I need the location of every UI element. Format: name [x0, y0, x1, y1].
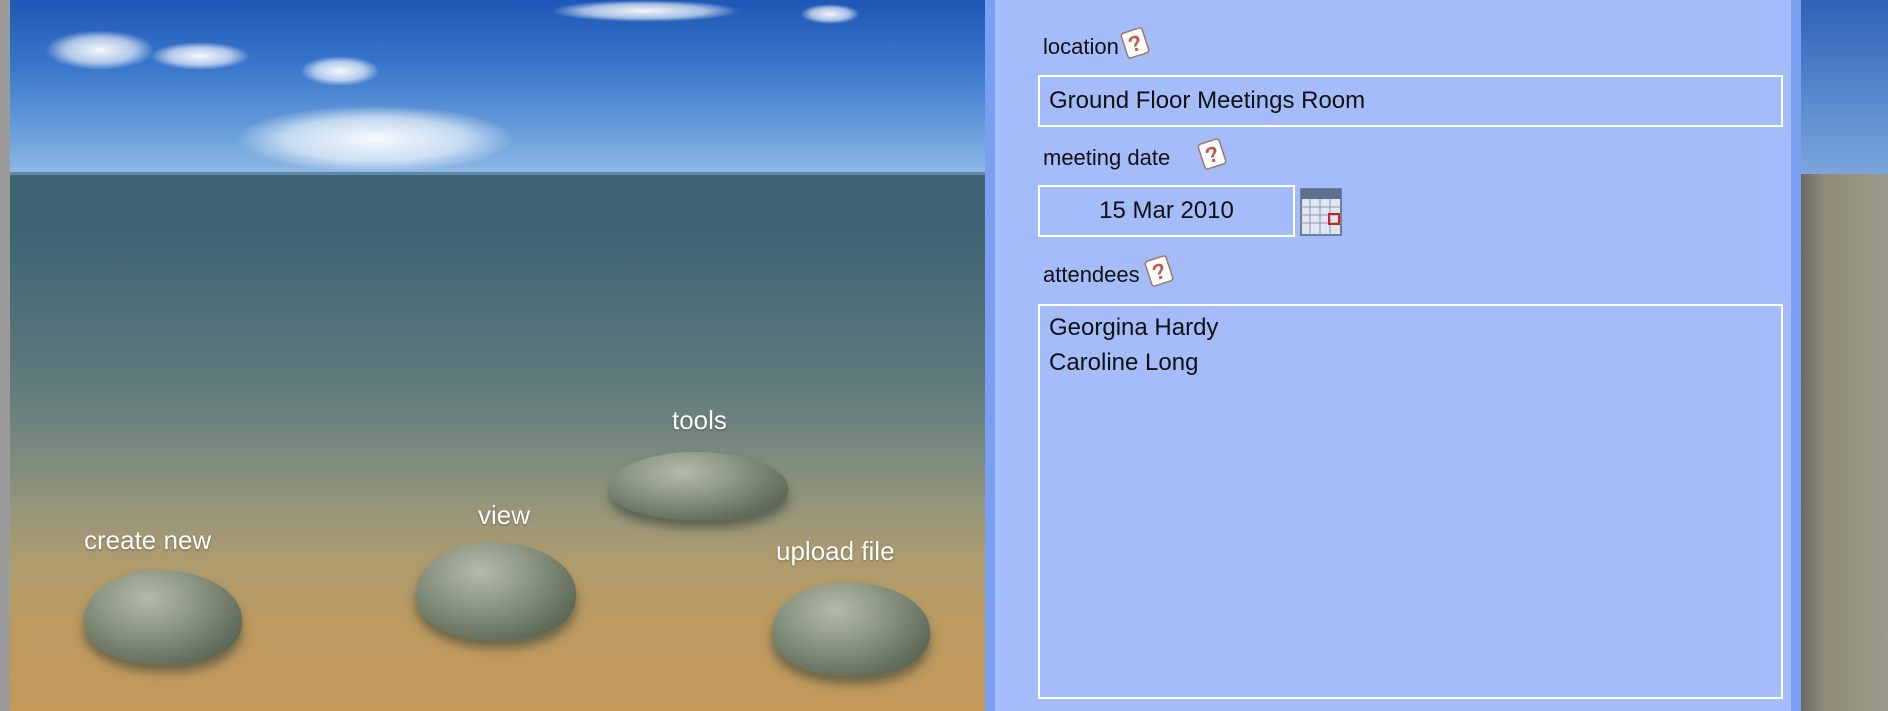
location-label: location: [1043, 34, 1119, 59]
create-new-stone-button[interactable]: [84, 570, 242, 664]
upload-file-stone-button[interactable]: [772, 582, 930, 676]
view-stone-button[interactable]: [416, 542, 576, 640]
upload-file-label[interactable]: upload file: [776, 536, 895, 567]
meeting-date-label: meeting date: [1043, 145, 1171, 170]
cloud: [550, 0, 740, 22]
help-icon[interactable]: ?: [1118, 26, 1152, 60]
meeting-form-panel: location ? meeting date ? attendees: [985, 0, 1801, 711]
cloud: [235, 105, 515, 173]
cloud: [300, 56, 380, 86]
help-icon[interactable]: ?: [1195, 137, 1229, 171]
tools-label[interactable]: tools: [672, 405, 727, 436]
create-new-label[interactable]: create new: [84, 525, 211, 556]
cloud: [150, 42, 250, 70]
view-label[interactable]: view: [478, 500, 530, 531]
cloud: [800, 4, 860, 24]
attendees-label: attendees: [1043, 262, 1140, 287]
tools-stone-button[interactable]: [610, 452, 788, 520]
panel-shadow-sky: [1801, 0, 1888, 174]
location-input[interactable]: [1038, 75, 1783, 127]
attendees-textarea[interactable]: Georgina Hardy Caroline Long: [1038, 304, 1783, 699]
left-edge: [0, 0, 10, 711]
help-icon[interactable]: ?: [1142, 254, 1176, 288]
calendar-icon[interactable]: [1300, 188, 1342, 236]
cloud: [45, 30, 155, 70]
meeting-date-input[interactable]: [1038, 185, 1295, 237]
